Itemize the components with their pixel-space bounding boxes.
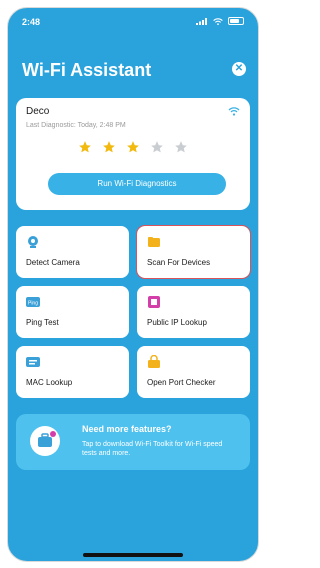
- toolkit-icon: [30, 426, 60, 456]
- tile-label: MAC Lookup: [26, 378, 73, 387]
- tile-scan-for-devices[interactable]: Scan For Devices: [136, 225, 251, 279]
- star-empty-icon: [151, 141, 163, 153]
- rating-stars: [78, 140, 188, 154]
- svg-text:Ping: Ping: [28, 301, 38, 307]
- last-diagnostic-text: Last Diagnostic: Today, 2:48 PM: [26, 122, 126, 129]
- status-icons: [196, 17, 244, 25]
- status-time: 2:48: [22, 17, 41, 27]
- ping-icon: Ping: [26, 297, 40, 307]
- wifi-status-icon: [213, 17, 223, 25]
- promo-title: Need more features?: [82, 424, 172, 434]
- promo-banner[interactable]: Need more features? Tap to download Wi-F…: [16, 414, 250, 470]
- camera-icon: [28, 236, 38, 248]
- toolbox-icon: [38, 431, 56, 447]
- star-empty-icon: [175, 141, 187, 153]
- port-icon: [148, 355, 160, 368]
- tile-ping-test[interactable]: Ping Ping Test: [16, 286, 129, 338]
- mac-icon: [26, 357, 40, 367]
- tile-open-port-checker[interactable]: Open Port Checker: [137, 346, 250, 398]
- ip-icon: [148, 296, 160, 308]
- tile-mac-lookup[interactable]: MAC Lookup: [16, 346, 129, 398]
- battery-icon: [228, 17, 244, 25]
- tile-label: Public IP Lookup: [147, 318, 207, 327]
- promo-text: Tap to download Wi-Fi Toolkit for Wi-Fi …: [82, 441, 223, 457]
- signal-icon: [196, 17, 207, 25]
- home-indicator: [83, 553, 183, 557]
- star-icon: [103, 141, 115, 153]
- phone-screen: 2:48 Wi-Fi Assistant ✕ Deco Last Diagnos…: [7, 7, 259, 562]
- tile-public-ip-lookup[interactable]: Public IP Lookup: [137, 286, 250, 338]
- star-icon: [127, 141, 139, 153]
- tile-label: Open Port Checker: [147, 378, 216, 387]
- star-icon: [79, 141, 91, 153]
- status-bar: 2:48: [8, 8, 258, 34]
- wifi-icon: [228, 107, 240, 116]
- device-name: Deco: [26, 106, 50, 117]
- tile-label: Scan For Devices: [147, 258, 211, 267]
- folder-icon: [148, 237, 160, 247]
- run-diagnostics-button[interactable]: Run Wi-Fi Diagnostics: [48, 173, 226, 195]
- page-title: Wi-Fi Assistant: [22, 60, 152, 80]
- close-icon[interactable]: ✕: [232, 62, 246, 76]
- tile-detect-camera[interactable]: Detect Camera: [16, 226, 129, 278]
- device-card: Deco Last Diagnostic: Today, 2:48 PM Run…: [16, 98, 250, 210]
- tile-label: Ping Test: [26, 318, 59, 327]
- tile-label: Detect Camera: [26, 258, 80, 267]
